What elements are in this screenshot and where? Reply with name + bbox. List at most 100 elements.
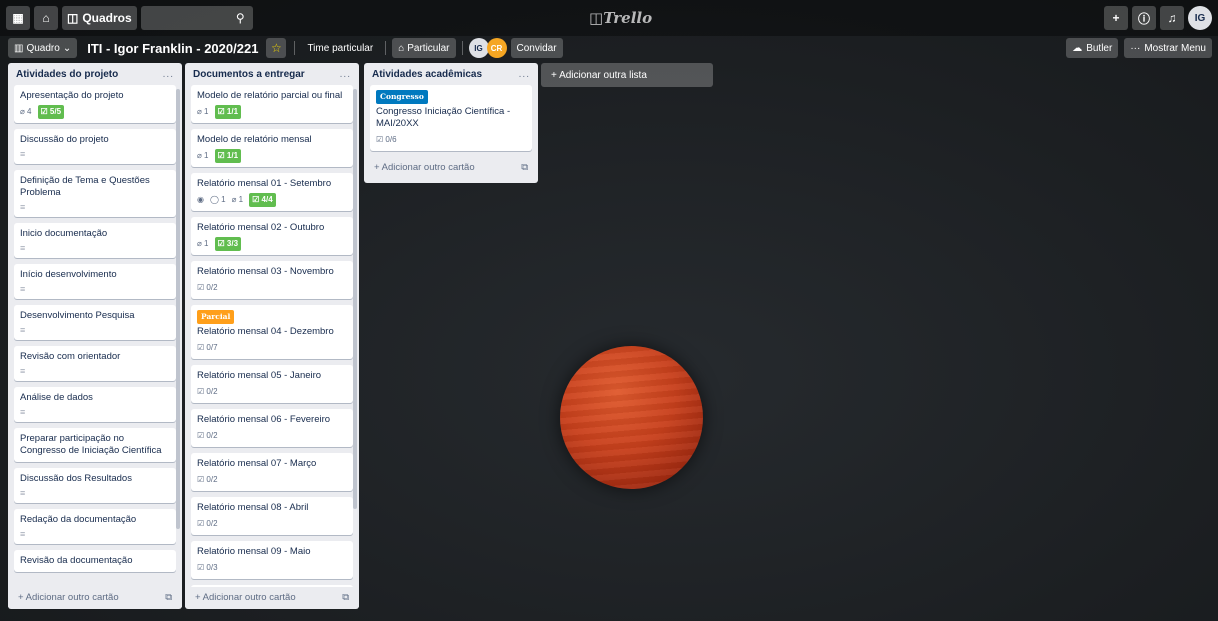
card-title: Discussão dos Resultados <box>20 473 132 484</box>
eye-icon: ◉ <box>197 195 204 204</box>
checklist-icon: ☑ <box>197 283 207 292</box>
card-apresentacao-do-projeto[interactable]: Apresentação do projeto ⌀ 4 ☑ 5/5 <box>14 85 176 123</box>
description-icon: ≡ <box>20 366 26 376</box>
card-discussao-do-projeto[interactable]: Discussão do projeto ≡ <box>14 129 176 164</box>
list-header[interactable]: Documentos a entregar ... <box>185 63 359 85</box>
checklist-badge: ☑ 0/3 <box>197 562 218 574</box>
card-relatorio-mensal-07-marco[interactable]: Relatório mensal 07 - Março ☑ 0/2 <box>191 453 353 491</box>
description-icon: ≡ <box>20 284 26 294</box>
card-badges: ☑ 0/2 <box>197 282 347 294</box>
card-inicio-documentacao[interactable]: Inicio documentação ≡ <box>14 223 176 258</box>
template-icon[interactable]: ⧉ <box>342 592 349 603</box>
add-card-button[interactable]: + Adicionar outro cartão ⧉ <box>364 157 538 177</box>
description-icon: ≡ <box>20 488 26 498</box>
attachment-count: 1 <box>204 107 209 116</box>
team-button[interactable]: Time particular <box>301 38 379 58</box>
card-revisao-da-documentacao[interactable]: Revisão da documentação <box>14 550 176 572</box>
card-relatorio-mensal-05-janeiro[interactable]: Relatório mensal 05 - Janeiro ☑ 0/2 <box>191 365 353 403</box>
list-scrollbar[interactable] <box>176 89 180 529</box>
card-relatorio-mensal-08-abril[interactable]: Relatório mensal 08 - Abril ☑ 0/2 <box>191 497 353 535</box>
member-avatar[interactable]: CR <box>486 38 507 58</box>
add-card-button[interactable]: + Adicionar outro cartão ⧉ <box>8 587 182 607</box>
checklist-icon: ☑ <box>197 475 207 484</box>
comment-count: 1 <box>221 195 226 204</box>
card-title: Apresentação do projeto <box>20 90 124 101</box>
checklist-badge: ☑ 0/7 <box>197 342 218 354</box>
card-title: Discussão do projeto <box>20 134 109 145</box>
list-title[interactable]: Atividades do projeto <box>16 69 118 80</box>
card-modelo-de-relatorio-mensal[interactable]: Modelo de relatório mensal ⌀ 1 ☑ 1/1 <box>191 129 353 167</box>
notifications-button[interactable]: ♫ <box>1160 6 1184 30</box>
attachments-badge: ⌀ 1 <box>197 150 209 162</box>
card-desenvolvimento-pesquisa[interactable]: Desenvolvimento Pesquisa ≡ <box>14 305 176 340</box>
apps-button[interactable]: ▦ <box>6 6 30 30</box>
card-relatorio-mensal-01-setembro[interactable]: Relatório mensal 01 - Setembro ◉ ◯ 1 ⌀ 1 ☑ 4… <box>191 173 353 211</box>
card-relatorio-mensal-03-novembro[interactable]: Relatório mensal 03 - Novembro ☑ 0/2 <box>191 261 353 299</box>
member-avatar[interactable]: IG <box>468 38 489 58</box>
card-analise-de-dados[interactable]: Análise de dados ≡ <box>14 387 176 422</box>
list-documentos-a-entregar: Documentos a entregar ... Modelo de rela… <box>185 63 359 609</box>
card-title: Relatório mensal 02 - Outubro <box>197 222 325 233</box>
card-title: Relatório mensal 06 - Fevereiro <box>197 414 331 425</box>
add-card-label: + Adicionar outro cartão <box>18 591 119 603</box>
lock-icon: ⌂ <box>398 42 405 54</box>
board-view-switcher[interactable]: ▥ Quadro ⌄ <box>8 38 78 58</box>
board-header-right: ☁ Butler ··· Mostrar Menu <box>1066 38 1212 58</box>
boards-button[interactable]: ◫ Quadros <box>62 6 137 30</box>
card-congresso-iniciacao-cientifica-mai-20xx[interactable]: Congresso Congresso Iniciação Científica … <box>370 85 532 151</box>
card-title: Relatório mensal 09 - Maio <box>197 546 311 557</box>
card-relatorio-mensal-06-fevereiro[interactable]: Relatório mensal 06 - Fevereiro ☑ 0/2 <box>191 409 353 447</box>
checklist-badge: ☑ 0/2 <box>197 430 218 442</box>
divider <box>461 41 463 55</box>
list-scrollbar[interactable] <box>353 89 357 509</box>
card-title: Modelo de relatório parcial ou final <box>197 90 343 101</box>
board-view-label: Quadro <box>26 42 60 54</box>
card-revisao-com-orientador[interactable]: Revisão com orientador ≡ <box>14 346 176 381</box>
card-inicio-desenvolvimento[interactable]: Início desenvolvimento ≡ <box>14 264 176 299</box>
add-list-button[interactable]: + Adicionar outra lista <box>541 63 713 87</box>
card-relatorio-mensal-10-junho[interactable]: Relatório mensal 10 - Junho <box>191 585 353 587</box>
card-discussao-dos-resultados[interactable]: Discussão dos Resultados ≡ <box>14 468 176 503</box>
attachments-badge: ⌀ 1 <box>197 106 209 118</box>
user-avatar[interactable]: IG <box>1188 6 1212 30</box>
list-header[interactable]: Atividades acadêmicas ... <box>364 63 538 85</box>
butler-icon: ☁ <box>1072 42 1083 54</box>
add-card-button[interactable]: + Adicionar outro cartão ⧉ <box>185 587 359 607</box>
card-preparar-participacao-no-congresso-de-iniciacao-cientifica[interactable]: Preparar participação no Congresso de In… <box>14 428 176 462</box>
card-title: Preparar participação no Congresso de In… <box>20 433 162 456</box>
template-icon[interactable]: ⧉ <box>521 162 528 173</box>
card-badges: ☑ 0/7 <box>197 342 347 354</box>
home-button[interactable]: ⌂ <box>34 6 58 30</box>
search-input[interactable]: ⚲ <box>140 6 253 30</box>
list-menu-icon[interactable]: ... <box>163 69 174 80</box>
list-title[interactable]: Documentos a entregar <box>193 69 305 80</box>
checklist-count: 0/2 <box>206 431 218 440</box>
board-title[interactable]: ITI - Igor Franklin - 2020/221 <box>87 41 258 56</box>
card-title: Relatório mensal 07 - Março <box>197 458 317 469</box>
card-relatorio-mensal-02-outubro[interactable]: Relatório mensal 02 - Outubro ⌀ 1 ☑ 3/3 <box>191 217 353 255</box>
board-background <box>0 0 1218 621</box>
card-definicao-de-tema-e-questoes-problema[interactable]: Definição de Tema e Questões Problema ≡ <box>14 170 176 217</box>
show-menu-button[interactable]: ··· Mostrar Menu <box>1124 38 1212 58</box>
star-board-button[interactable]: ☆ <box>266 38 287 58</box>
list-title[interactable]: Atividades acadêmicas <box>372 69 482 80</box>
template-icon[interactable]: ⧉ <box>165 592 172 603</box>
list-menu-icon[interactable]: ... <box>519 69 530 80</box>
butler-button[interactable]: ☁ Butler <box>1066 38 1119 58</box>
attachments-badge: ⌀ 1 <box>197 238 209 250</box>
paperclip-icon: ⌀ <box>197 107 205 116</box>
card-redacao-da-documentacao[interactable]: Redação da documentação ≡ <box>14 509 176 544</box>
info-button[interactable]: ⓘ <box>1132 6 1156 30</box>
list-menu-icon[interactable]: ... <box>340 69 351 80</box>
visibility-button[interactable]: ⌂ Particular <box>392 38 456 58</box>
trello-logo[interactable]: ◫Trello <box>589 9 652 27</box>
checklist-count: 3/3 <box>226 239 239 248</box>
list-header[interactable]: Atividades do projeto ... <box>8 63 182 85</box>
card-relatorio-mensal-04-dezembro[interactable]: Parcial Relatório mensal 04 - Dezembro ☑ 0… <box>191 305 353 359</box>
board-members: IG CR <box>468 38 507 58</box>
create-button[interactable]: + <box>1104 6 1128 30</box>
card-relatorio-mensal-09-maio[interactable]: Relatório mensal 09 - Maio ☑ 0/3 <box>191 541 353 579</box>
card-modelo-de-relatorio-parcial-ou-final[interactable]: Modelo de relatório parcial ou final ⌀ 1 ☑… <box>191 85 353 123</box>
divider <box>385 41 387 55</box>
invite-button[interactable]: Convidar <box>510 38 563 58</box>
